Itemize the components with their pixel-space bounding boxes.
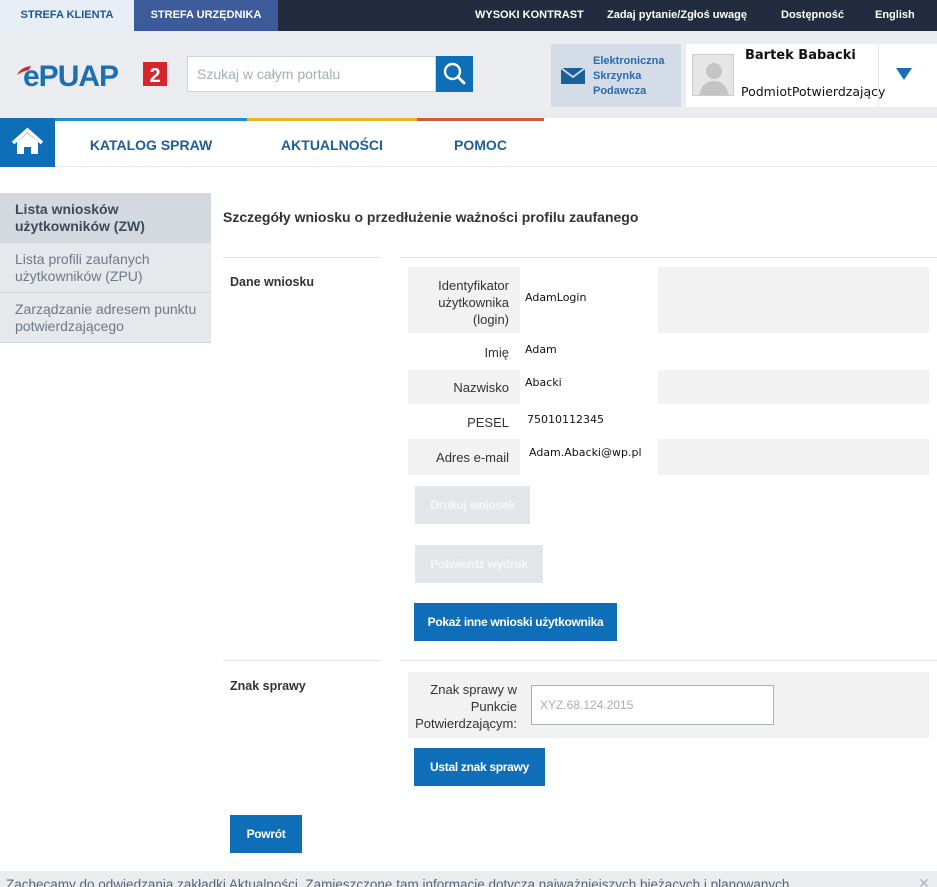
field-label: Imię xyxy=(484,345,509,360)
section-dane-wniosku: Dane wniosku xyxy=(230,275,315,289)
field-row-email: Adres e-mail Adam.Abacki@wp.pl xyxy=(408,439,929,475)
divider xyxy=(400,257,937,258)
user-role: PodmiotPotwierdzający xyxy=(741,84,886,99)
divider xyxy=(223,660,381,661)
search-input[interactable]: Szukaj w całym portalu xyxy=(187,56,436,92)
nav-pomoc[interactable]: POMOC xyxy=(417,118,544,167)
field-label: Nazwisko xyxy=(453,380,509,395)
language-link[interactable]: English xyxy=(875,0,915,31)
notice-text: Zachęcamy do odwiedzania zakładki Aktual… xyxy=(6,877,790,887)
sidebar-item-zarzadzanie-adresem[interactable]: Zarządzanie adresem punktu potwierdzając… xyxy=(0,293,211,343)
search-button[interactable] xyxy=(436,56,473,92)
home-button[interactable] xyxy=(0,118,55,167)
main-nav: KATALOG SPRAW AKTUALNOŚCI POMOC xyxy=(0,118,937,167)
sidebar-item-lista-profili[interactable]: Lista profili zaufanych użytkowników (ZP… xyxy=(0,243,211,293)
chevron-down-icon[interactable] xyxy=(896,68,912,80)
field-value-email: Adam.Abacki@wp.pl xyxy=(520,439,658,475)
svg-text:2: 2 xyxy=(149,65,160,87)
nav-katalog-spraw[interactable]: KATALOG SPRAW xyxy=(55,118,247,167)
close-icon[interactable]: ✕ xyxy=(918,875,930,887)
mail-icon xyxy=(561,68,585,84)
tab-strefa-urzednika[interactable]: STREFA URZĘDNIKA xyxy=(134,0,278,31)
field-value-nazwisko: Abacki xyxy=(520,370,658,404)
field-row-imie: Imię Adam xyxy=(408,333,929,370)
field-row-login: Identyfikator użytkownika (login) AdamLo… xyxy=(408,267,929,333)
search-icon xyxy=(443,62,466,85)
divider xyxy=(878,44,879,107)
divider xyxy=(400,660,937,661)
mailbox-link[interactable]: Elektroniczna Skrzynka Podawcza xyxy=(551,44,681,107)
print-request-button[interactable]: Drukuj wniosek xyxy=(415,486,530,524)
field-value-login: AdamLogin xyxy=(520,267,658,333)
avatar xyxy=(692,54,734,96)
back-button[interactable]: Powrót xyxy=(230,815,302,853)
field-label: PESEL xyxy=(467,415,509,430)
user-name: Bartek Babacki xyxy=(745,48,856,63)
case-number-row: Znak sprawy w Punkcie Potwierdzającym: X… xyxy=(408,672,929,738)
page-title: Szczegóły wniosku o przedłużenie ważnośc… xyxy=(223,209,639,225)
logo-epuap-icon: ePUAP 2 xyxy=(17,60,167,93)
home-icon xyxy=(11,127,44,154)
field-row-nazwisko: Nazwisko Abacki xyxy=(408,370,929,404)
nav-aktualnosci[interactable]: AKTUALNOŚCI xyxy=(247,118,417,167)
field-row-pesel: PESEL 75010112345 xyxy=(408,404,929,439)
ask-question-link[interactable]: Zadaj pytanie/Zgłoś uwagę xyxy=(607,0,747,31)
high-contrast-link[interactable]: WYSOKI KONTRAST xyxy=(475,0,584,31)
tab-strefa-klienta[interactable]: STREFA KLIENTA xyxy=(0,0,134,31)
header: ePUAP 2 Szukaj w całym portalu Elektroni… xyxy=(0,31,937,118)
confirm-print-button[interactable]: Potwierdź wydruk xyxy=(415,545,543,583)
sidebar-item-lista-wnioskow[interactable]: Lista wniosków użytkowników (ZW) xyxy=(0,193,211,243)
user-panel[interactable]: Bartek Babacki PodmiotPotwierdzający xyxy=(686,44,937,107)
case-number-label: Znak sprawy w Punkcie Potwierdzającym: xyxy=(415,682,517,731)
svg-text:ePUAP: ePUAP xyxy=(23,60,118,92)
field-value-pesel: 75010112345 xyxy=(520,404,658,439)
news-notice-bar: Zachęcamy do odwiedzania zakładki Aktual… xyxy=(0,871,937,887)
avatar-icon xyxy=(699,63,729,95)
case-number-input[interactable]: XYZ.68.124.2015 xyxy=(531,685,774,725)
divider xyxy=(223,257,381,258)
epuap-logo[interactable]: ePUAP 2 xyxy=(15,58,167,93)
section-znak-sprawy: Znak sprawy xyxy=(230,679,306,693)
field-value-imie: Adam xyxy=(520,333,658,370)
top-bar: STREFA KLIENTA STREFA URZĘDNIKA WYSOKI K… xyxy=(0,0,937,31)
field-label: Identyfikator użytkownika (login) xyxy=(438,278,509,327)
accessibility-link[interactable]: Dostępność xyxy=(781,0,844,31)
sidebar: Lista wniosków użytkowników (ZW) Lista p… xyxy=(0,193,211,343)
show-other-requests-button[interactable]: Pokaż inne wnioski użytkownika xyxy=(414,603,617,641)
field-label: Adres e-mail xyxy=(436,450,509,465)
set-case-number-button[interactable]: Ustal znak sprawy xyxy=(414,748,545,786)
mailbox-label: Elektroniczna Skrzynka Podawcza xyxy=(593,55,665,97)
